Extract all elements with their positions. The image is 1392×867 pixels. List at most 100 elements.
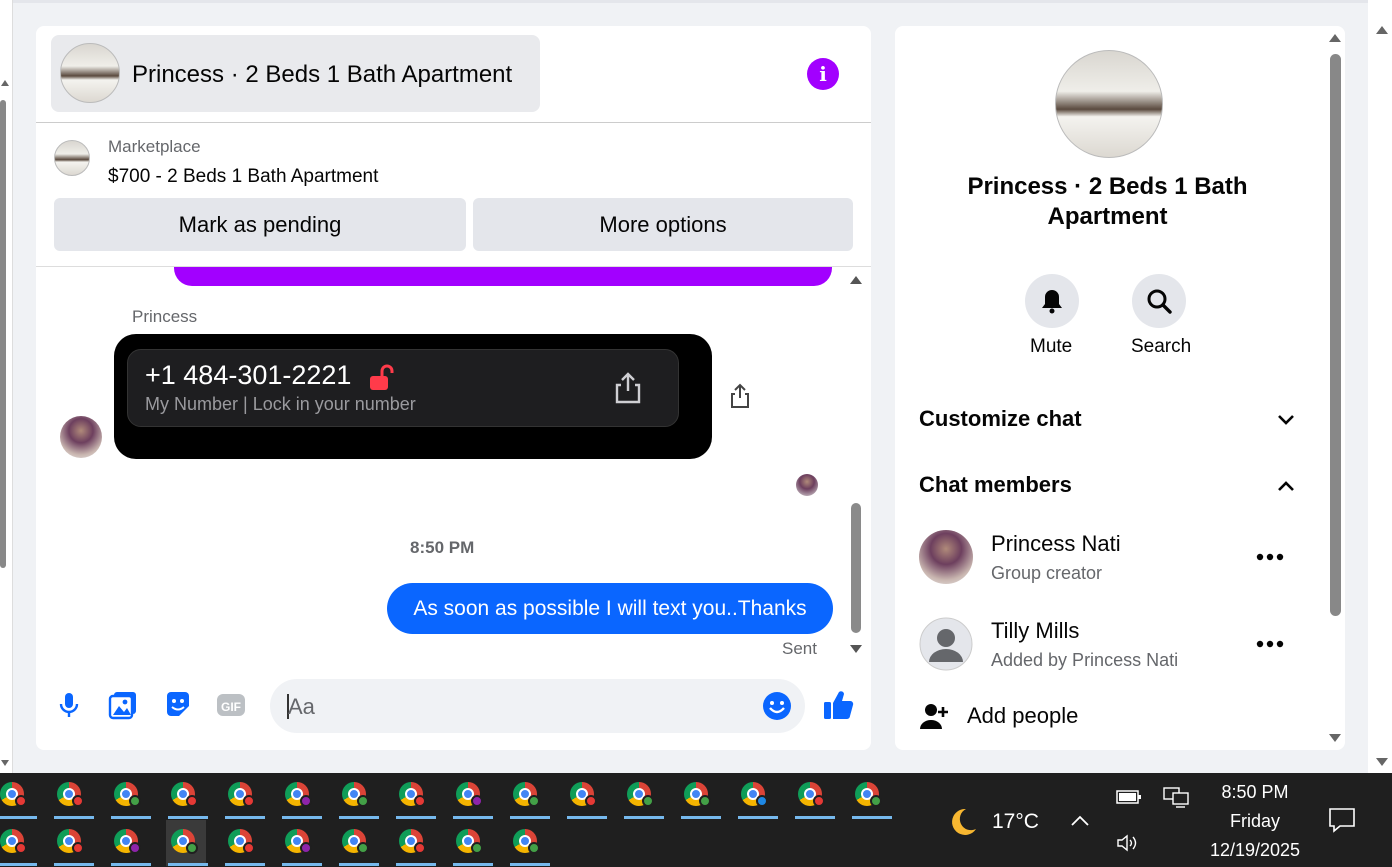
search-button[interactable]	[1132, 274, 1186, 328]
scroll-down-arrow[interactable]	[1329, 734, 1341, 742]
gif-icon[interactable]: GIF	[216, 690, 246, 720]
running-indicator	[852, 816, 892, 819]
clock-date[interactable]: 12/19/2025	[1200, 840, 1310, 861]
add-people-button[interactable]: Add people	[967, 703, 1078, 729]
chrome-taskbar-icon[interactable]	[0, 820, 37, 866]
share-icon[interactable]	[729, 383, 751, 409]
scroll-up-arrow[interactable]	[1376, 26, 1388, 34]
info-icon[interactable]: i	[807, 58, 839, 90]
mute-button[interactable]	[1025, 274, 1079, 328]
chrome-taskbar-icon[interactable]	[52, 773, 94, 819]
chrome-taskbar-icon[interactable]	[52, 820, 94, 866]
volume-icon[interactable]	[1116, 833, 1140, 853]
chat-info-panel: Princess · 2 Beds 1 Bath Apartment Mute …	[895, 26, 1345, 750]
customize-chat-header[interactable]: Customize chat	[919, 406, 1082, 432]
chevron-up-icon[interactable]	[1275, 475, 1297, 497]
profile-badge-icon	[699, 795, 711, 807]
chrome-taskbar-icon[interactable]	[223, 820, 265, 866]
message-input-box[interactable]	[270, 679, 805, 733]
chrome-taskbar-icon[interactable]	[109, 820, 151, 866]
chat-header-button[interactable]: Princess · 2 Beds 1 Bath Apartment	[51, 35, 540, 112]
chevron-up-icon[interactable]	[1070, 813, 1090, 827]
battery-icon[interactable]	[1116, 789, 1142, 805]
listing-title[interactable]: $700 - 2 Beds 1 Bath Apartment	[108, 166, 378, 188]
default-avatar-icon[interactable]	[919, 617, 973, 671]
image-message[interactable]: +1 484-301-2221 My Number | Lock in your…	[114, 334, 712, 459]
more-options-icon[interactable]	[1255, 552, 1285, 562]
my-message-bubble[interactable]: As soon as possible I will text you..Tha…	[387, 583, 833, 634]
member-name[interactable]: Tilly Mills	[991, 618, 1079, 644]
running-indicator	[339, 863, 379, 866]
running-indicator	[225, 863, 265, 866]
profile-badge-icon	[243, 795, 255, 807]
chrome-taskbar-icon[interactable]	[280, 820, 322, 866]
temperature[interactable]: 17°C	[992, 810, 1039, 834]
chrome-taskbar-icon[interactable]	[736, 773, 778, 819]
running-indicator	[111, 863, 151, 866]
running-indicator	[396, 863, 436, 866]
chrome-taskbar-icon[interactable]	[508, 773, 550, 819]
scroll-thumb[interactable]	[851, 503, 861, 633]
profile-badge-icon	[642, 795, 654, 807]
more-options-button[interactable]: More options	[473, 198, 853, 251]
member-role: Group creator	[991, 563, 1103, 583]
scroll-up-arrow[interactable]	[1, 80, 9, 86]
info-panel-scrollbar[interactable]	[1325, 26, 1345, 750]
chrome-taskbar-icon[interactable]	[508, 820, 550, 866]
chevron-down-icon[interactable]	[1275, 409, 1297, 431]
messages-scrollbar[interactable]	[848, 271, 864, 661]
chrome-taskbar-icon[interactable]	[793, 773, 835, 819]
running-indicator	[339, 816, 379, 819]
gif-text: GIF	[221, 700, 241, 714]
chrome-taskbar-icon[interactable]	[451, 773, 493, 819]
chrome-taskbar-icon[interactable]	[223, 773, 265, 819]
chat-members-header[interactable]: Chat members	[919, 472, 1072, 498]
scroll-thumb[interactable]	[1330, 54, 1341, 616]
running-indicator	[225, 816, 265, 819]
gallery-icon[interactable]	[108, 690, 138, 720]
microphone-icon[interactable]	[54, 690, 84, 720]
scroll-down-arrow[interactable]	[850, 645, 862, 653]
profile-badge-icon	[357, 842, 369, 854]
scroll-down-arrow[interactable]	[1, 760, 9, 766]
member-name[interactable]: Princess Nati	[991, 531, 1121, 557]
left-scrollbar[interactable]	[0, 0, 13, 773]
scroll-up-arrow[interactable]	[1329, 34, 1341, 42]
chrome-taskbar-icon[interactable]	[166, 820, 208, 866]
profile-badge-icon	[414, 795, 426, 807]
chrome-taskbar-icon[interactable]	[166, 773, 208, 819]
running-indicator	[567, 816, 607, 819]
sticker-icon[interactable]	[163, 690, 193, 720]
chrome-taskbar-icon[interactable]	[565, 773, 607, 819]
message-input[interactable]	[286, 689, 750, 725]
share-icon	[615, 372, 641, 404]
chrome-taskbar-icon[interactable]	[337, 820, 379, 866]
thumbs-up-icon[interactable]	[822, 689, 854, 721]
notification-icon[interactable]	[1328, 807, 1356, 833]
chrome-taskbar-icon[interactable]	[394, 773, 436, 819]
emoji-icon[interactable]	[762, 691, 792, 721]
chrome-taskbar-icon[interactable]	[622, 773, 664, 819]
chrome-taskbar-icon[interactable]	[0, 773, 37, 819]
moon-icon[interactable]	[944, 805, 978, 839]
window-scrollbar[interactable]	[1368, 0, 1392, 773]
clock-time[interactable]: 8:50 PM	[1200, 782, 1310, 803]
scroll-up-arrow[interactable]	[850, 276, 862, 284]
add-person-icon[interactable]	[919, 701, 949, 731]
mark-as-pending-button[interactable]: Mark as pending	[54, 198, 466, 251]
scroll-thumb[interactable]	[0, 100, 6, 568]
scroll-down-arrow[interactable]	[1376, 758, 1388, 766]
chrome-taskbar-icon[interactable]	[337, 773, 379, 819]
chrome-taskbar-icon[interactable]	[451, 820, 493, 866]
avatar[interactable]	[919, 530, 973, 584]
avatar[interactable]	[60, 416, 102, 458]
chrome-taskbar-icon[interactable]	[280, 773, 322, 819]
chrome-taskbar-icon[interactable]	[109, 773, 151, 819]
clock-day[interactable]: Friday	[1200, 811, 1310, 832]
top-border	[0, 0, 1392, 3]
chrome-taskbar-icon[interactable]	[679, 773, 721, 819]
chrome-taskbar-icon[interactable]	[394, 820, 436, 866]
chrome-taskbar-icon[interactable]	[850, 773, 892, 819]
network-icon[interactable]	[1163, 786, 1189, 808]
more-options-icon[interactable]	[1255, 639, 1285, 649]
